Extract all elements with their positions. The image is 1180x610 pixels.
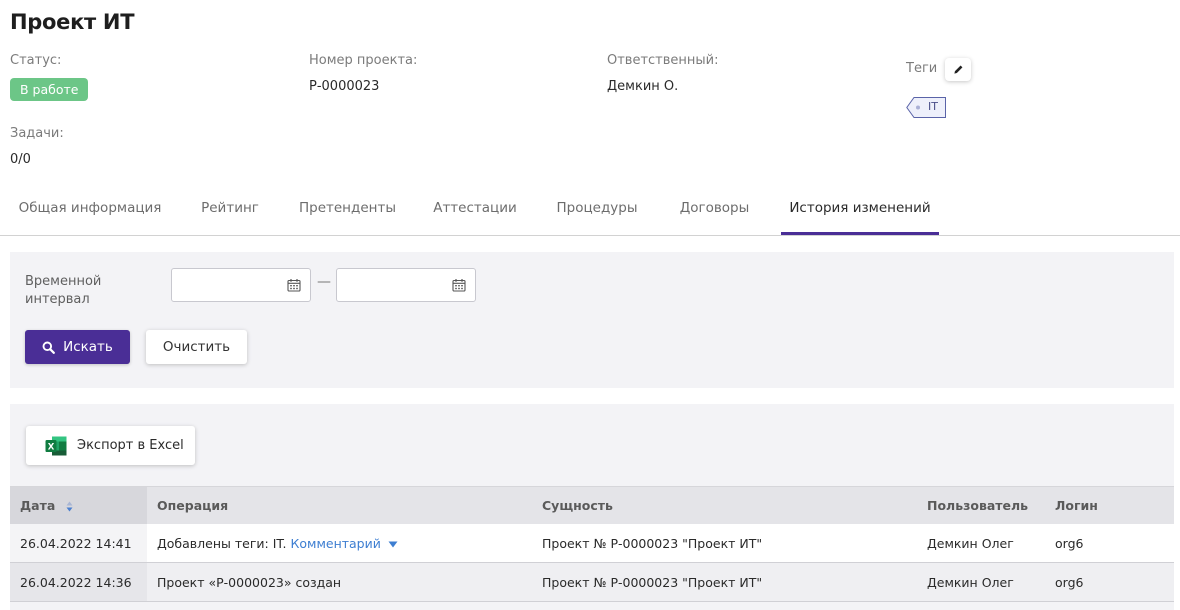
tab-contracts[interactable]: Договоры bbox=[667, 186, 762, 235]
tab-change-history[interactable]: История изменений bbox=[781, 186, 939, 235]
cell-entity: Проект № Р-0000023 "Проект ИТ" bbox=[542, 536, 763, 551]
export-excel-label: Экспорт в Excel bbox=[77, 438, 184, 453]
edit-tags-button[interactable] bbox=[945, 58, 971, 81]
cell-operation: Проект «Р-0000023» создан bbox=[157, 575, 342, 590]
table-header: Дата Операция Сущность Пользователь Логи… bbox=[10, 486, 1174, 524]
date-to-input[interactable] bbox=[336, 268, 476, 302]
cell-entity: Проект № Р-0000023 "Проект ИТ" bbox=[542, 575, 763, 590]
cell-date: 26.04.2022 14:41 bbox=[20, 536, 132, 551]
tag-chip: IT bbox=[906, 97, 946, 118]
export-excel-button[interactable]: X Экспорт в Excel bbox=[26, 426, 195, 465]
filter-panel: Временной интервал — Искать Очистить bbox=[10, 252, 1174, 388]
search-icon bbox=[42, 341, 56, 354]
time-interval-label: Временной интервал bbox=[25, 274, 102, 307]
tasks-label: Задачи: bbox=[10, 126, 64, 141]
project-number-value: Р-0000023 bbox=[309, 79, 380, 94]
clear-button[interactable]: Очистить bbox=[146, 330, 247, 364]
cell-login: org6 bbox=[1055, 575, 1084, 590]
search-button[interactable]: Искать bbox=[25, 330, 130, 364]
excel-icon: X bbox=[45, 436, 67, 455]
calendar-icon[interactable] bbox=[452, 278, 466, 292]
cell-login: org6 bbox=[1055, 536, 1084, 551]
svg-text:X: X bbox=[48, 442, 55, 452]
column-header-operation: Операция bbox=[157, 498, 229, 513]
operation-text: Добавлены теги: IT. bbox=[157, 536, 287, 551]
tab-bar: Общая информация Рейтинг Претенденты Атт… bbox=[0, 186, 1180, 236]
page-title: Проект ИТ bbox=[10, 10, 135, 34]
tab-attestations[interactable]: Аттестации bbox=[425, 186, 525, 235]
date-range-separator: — bbox=[317, 274, 331, 290]
tasks-value: 0/0 bbox=[10, 152, 31, 167]
column-header-date[interactable]: Дата bbox=[20, 498, 73, 513]
results-panel: X Экспорт в Excel Дата Операция Сущность… bbox=[10, 404, 1174, 610]
column-header-date-label: Дата bbox=[20, 498, 56, 513]
project-number-label: Номер проекта: bbox=[309, 53, 418, 68]
tab-procedures[interactable]: Процедуры bbox=[547, 186, 647, 235]
table-row: 26.04.2022 14:41 Добавлены теги: IT. Ком… bbox=[10, 524, 1174, 563]
search-button-label: Искать bbox=[63, 339, 113, 355]
column-header-entity: Сущность bbox=[542, 498, 613, 513]
tab-general-info[interactable]: Общая информация bbox=[10, 186, 170, 235]
cell-operation: Добавлены теги: IT. Комментарий bbox=[157, 536, 398, 551]
sort-icon[interactable] bbox=[66, 501, 73, 512]
responsible-label: Ответственный: bbox=[607, 53, 719, 68]
tags-label: Теги bbox=[906, 61, 938, 76]
caret-down-icon[interactable] bbox=[388, 541, 398, 548]
status-label: Статус: bbox=[10, 53, 62, 68]
active-tab-indicator bbox=[781, 232, 939, 235]
cell-user: Демкин Олег bbox=[927, 536, 1014, 551]
tag-label: IT bbox=[928, 100, 938, 113]
cell-date: 26.04.2022 14:36 bbox=[20, 575, 132, 590]
comment-link[interactable]: Комментарий bbox=[291, 536, 381, 551]
cell-user: Демкин Олег bbox=[927, 575, 1014, 590]
table-row: 26.04.2022 14:36 Проект «Р-0000023» созд… bbox=[10, 563, 1174, 602]
column-header-login: Логин bbox=[1055, 498, 1098, 513]
tab-applicants[interactable]: Претенденты bbox=[290, 186, 405, 235]
pencil-icon bbox=[953, 65, 962, 74]
responsible-value: Демкин О. bbox=[607, 79, 679, 94]
status-badge: В работе bbox=[10, 78, 89, 101]
calendar-icon[interactable] bbox=[287, 278, 301, 292]
column-header-user: Пользователь bbox=[927, 498, 1029, 513]
tab-rating[interactable]: Рейтинг bbox=[190, 186, 270, 235]
date-from-input[interactable] bbox=[171, 268, 311, 302]
